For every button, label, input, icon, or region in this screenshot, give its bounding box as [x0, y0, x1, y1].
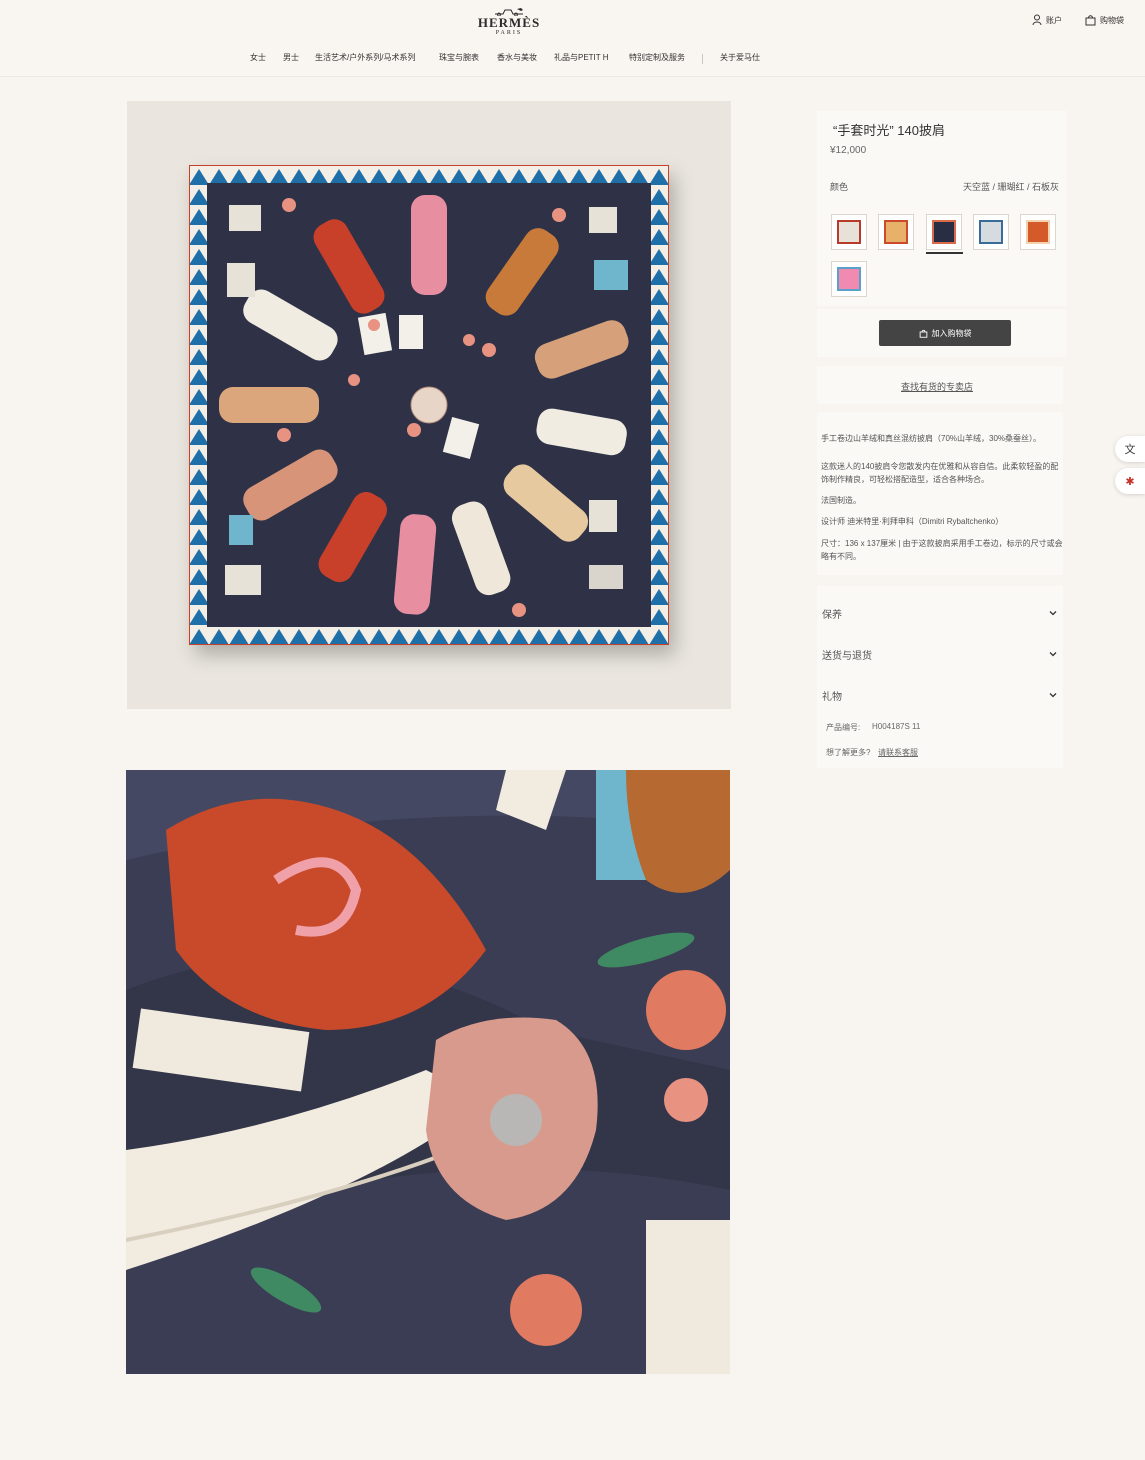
product-image-flat[interactable]	[127, 101, 731, 709]
site-header: HERMÈS PARIS 账户 购物袋 女士 男士 生活艺术/户外系列/马术系列…	[0, 0, 1145, 77]
shopping-bag-icon	[919, 329, 927, 338]
product-price: ¥12,000	[830, 145, 867, 156]
color-swatch-6[interactable]	[831, 261, 867, 297]
product-code: H004187S 11	[872, 722, 921, 731]
accordion-shipping-returns[interactable]: 送货与退货	[822, 641, 1058, 667]
accordion-gift-label: 礼物	[822, 691, 842, 703]
description-line-1: 手工卷边山羊绒和真丝混纺披肩（70%山羊绒，30%桑蚕丝）。	[821, 434, 1042, 443]
color-label: 颜色	[830, 182, 849, 192]
product-image-detail[interactable]	[126, 770, 730, 1374]
scarf-illustration	[189, 165, 669, 645]
account-label: 账户	[1046, 15, 1062, 25]
description-line-4: 设计师 迪米特里·利拜申科（Dimitri Rybaltchenko）	[821, 517, 1004, 526]
product-title: “手套时光” 140披肩	[833, 123, 945, 138]
nav-item-women[interactable]: 女士	[250, 52, 266, 63]
nav-item-about-hermes[interactable]: 关于爱马仕	[720, 52, 760, 63]
user-icon	[1032, 14, 1042, 26]
nav-divider	[702, 54, 703, 64]
description-line-5: 尺寸：136 x 137厘米 | 由于这款披肩采用手工卷边，标示的尺寸或会略有不…	[821, 539, 1063, 561]
nav-item-home-outdoor-equestrian[interactable]: 生活艺术/户外系列/马术系列	[315, 52, 415, 63]
color-value: 天空蓝 / 珊瑚红 / 石板灰	[962, 182, 1059, 192]
help-label: 想了解更多?	[826, 748, 871, 757]
nav-item-jewelry-watches[interactable]: 珠宝与腕表	[439, 52, 479, 63]
add-to-bag-label: 加入购物袋	[931, 328, 972, 338]
nav-item-fragrance-beauty[interactable]: 香水与美妆	[497, 52, 537, 63]
shopping-bag-link[interactable]: 购物袋	[1085, 14, 1124, 26]
accordion-gift[interactable]: 礼物	[822, 682, 1058, 708]
color-swatch-1[interactable]	[831, 214, 867, 250]
shopping-bag-icon	[1085, 15, 1096, 26]
nav-item-special-services[interactable]: 特别定制及服务	[629, 52, 685, 63]
color-swatch-5[interactable]	[1020, 214, 1056, 250]
account-link[interactable]: 账户	[1032, 14, 1062, 26]
nav-item-men[interactable]: 男士	[283, 52, 299, 63]
accordion-care-label: 保养	[822, 609, 842, 621]
chevron-down-icon	[1049, 652, 1057, 657]
nav-item-gifts-petit-h[interactable]: 礼品与PETIT H	[554, 52, 609, 63]
contact-service-link[interactable]: 请联系客服	[878, 747, 918, 758]
chevron-down-icon	[1049, 611, 1057, 616]
logo-wordmark: HERMÈS	[477, 15, 541, 30]
assistant-icon: ✱	[1125, 475, 1135, 488]
chevron-down-icon	[1049, 693, 1057, 698]
selected-swatch-indicator	[926, 252, 963, 254]
find-store-link[interactable]: 查找有货的专卖店	[901, 380, 973, 393]
accordion-shipping-label: 送货与退货	[822, 650, 872, 662]
add-to-bag-button[interactable]: 加入购物袋	[879, 320, 1011, 346]
product-code-label: 产品编号:	[826, 723, 861, 732]
translate-button[interactable]: 文	[1115, 436, 1145, 462]
shopping-bag-label: 购物袋	[1100, 15, 1124, 25]
accordion-care[interactable]: 保养	[822, 600, 1058, 626]
color-swatch-4[interactable]	[973, 214, 1009, 250]
description-line-2: 这款迷人的140披肩令您散发内在优雅和从容自信。此柔软轻盈的配饰制作精良，可轻松…	[821, 462, 1059, 484]
logo-subtitle: PARIS	[495, 30, 523, 36]
translate-icon: 文	[1124, 444, 1136, 456]
hermes-logo[interactable]: HERMÈS PARIS	[475, 6, 543, 36]
color-swatch-2[interactable]	[878, 214, 914, 250]
assistant-button[interactable]: ✱	[1115, 468, 1145, 494]
main-nav: 女士 男士 生活艺术/户外系列/马术系列 珠宝与腕表 香水与美妆 礼品与PETI…	[0, 52, 1145, 68]
description-line-3: 法国制造。	[821, 496, 861, 505]
color-swatch-3[interactable]	[926, 214, 962, 250]
scarf-detail-illustration	[126, 770, 730, 1374]
